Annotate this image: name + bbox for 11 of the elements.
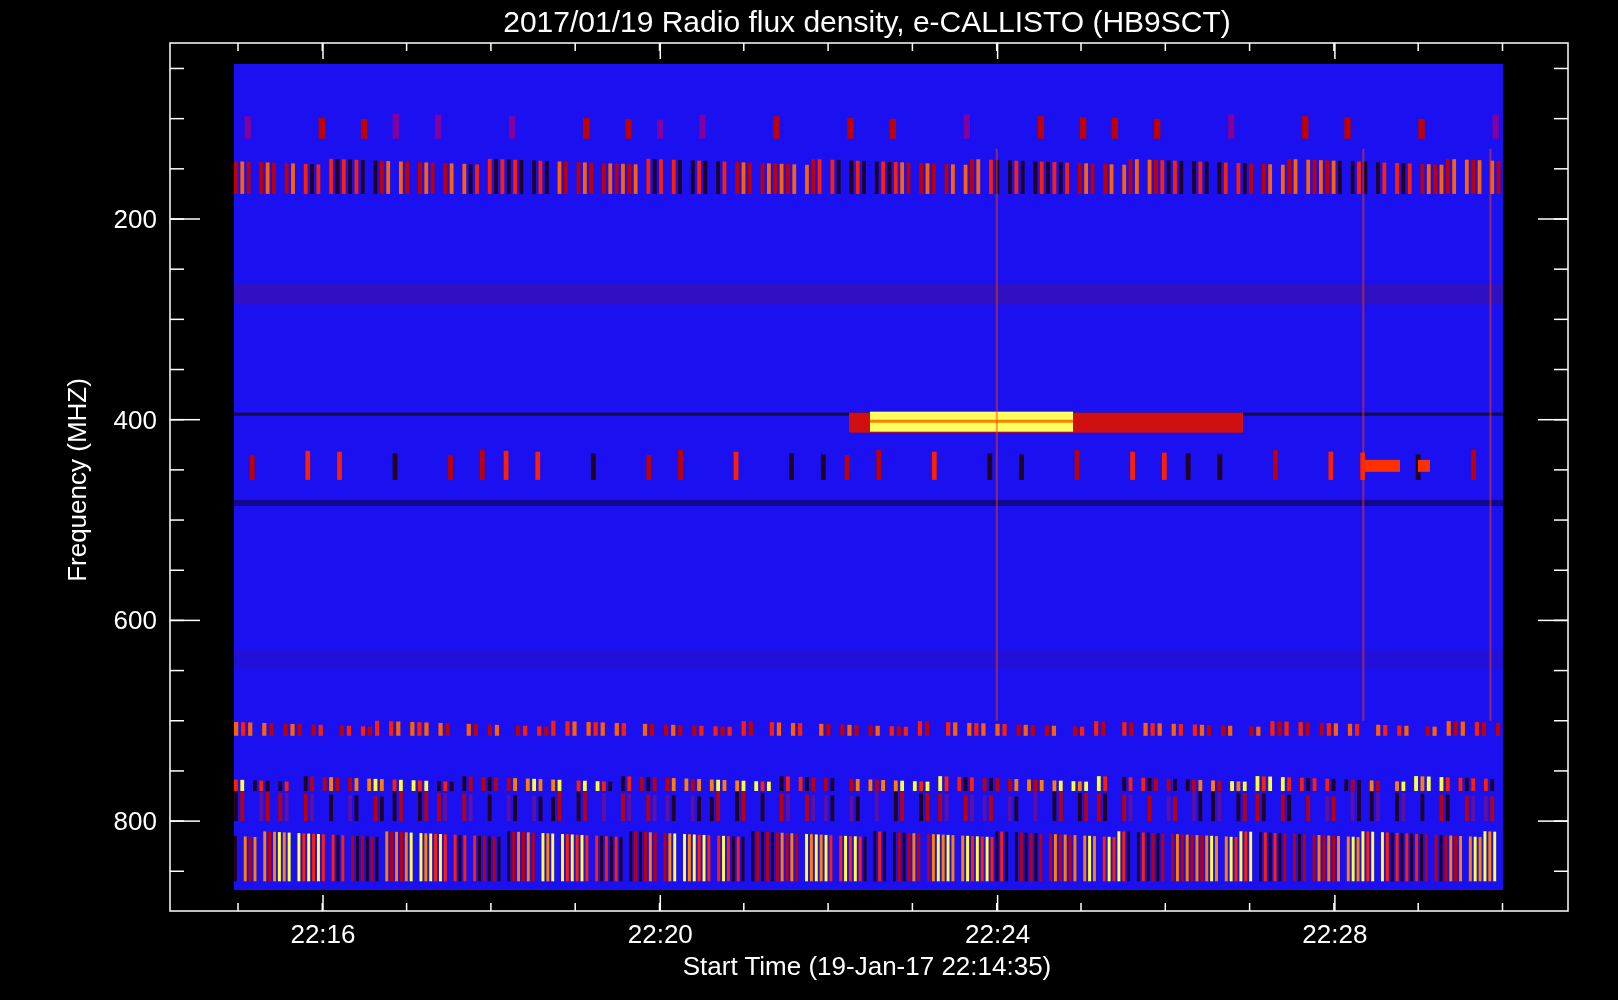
x-tick-label: 22:24 [965, 919, 1031, 949]
y-tick-label: 400 [113, 404, 157, 435]
x-tick-label: 22:28 [1302, 919, 1368, 949]
chart-title: 2017/01/19 Radio flux density, e-CALLISTO (HB9SCT) [503, 5, 1231, 38]
y-tick-label: 800 [113, 806, 157, 837]
y-tick-label: 200 [113, 204, 157, 234]
x-tick-label: 22:20 [627, 919, 693, 949]
y-tick-label: 600 [113, 605, 157, 636]
y-axis-label: Frequency (MHZ) [62, 378, 92, 582]
x-tick-label: 22:16 [290, 919, 356, 949]
x-axis-label: Start Time (19-Jan-17 22:14:35) [682, 951, 1052, 981]
